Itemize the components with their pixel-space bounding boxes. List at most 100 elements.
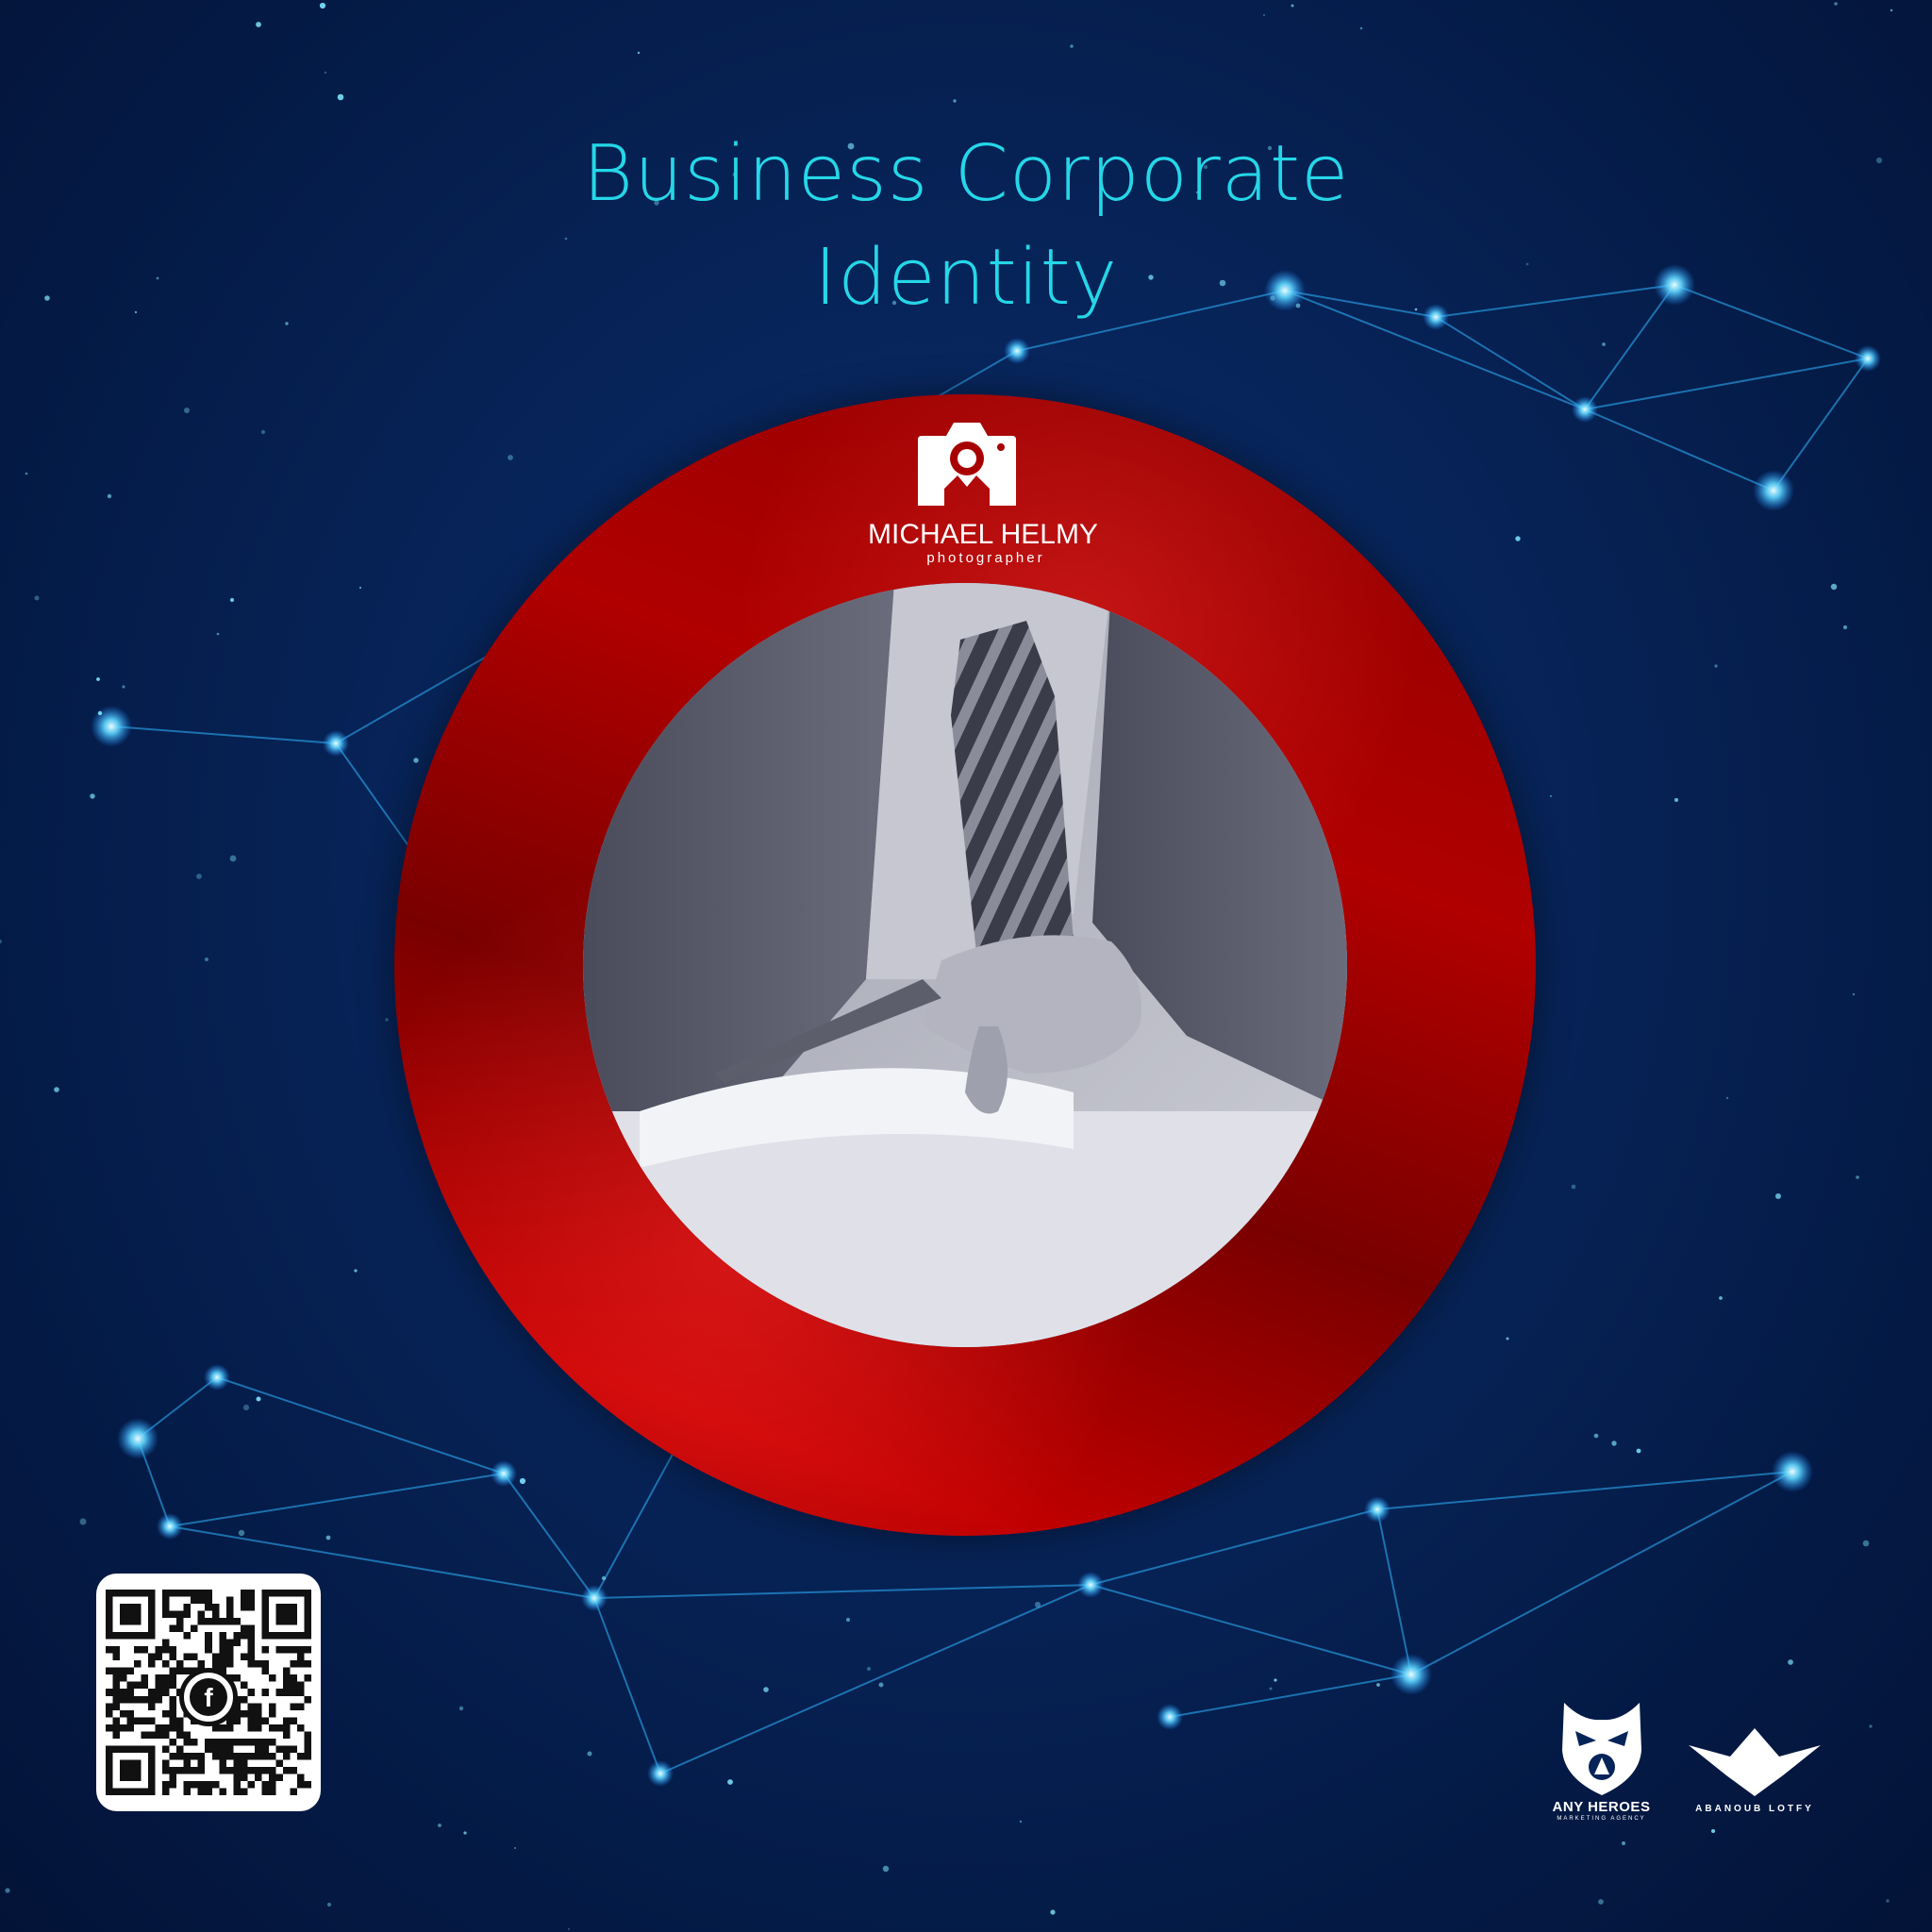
network-dust: [5, 1888, 10, 1893]
network-dust: [238, 1529, 245, 1537]
network-dust: [54, 1087, 59, 1092]
network-dust: [1602, 342, 1606, 346]
network-dust: [1862, 1540, 1870, 1547]
network-dust: [1788, 1659, 1793, 1665]
network-node: [1077, 1572, 1104, 1598]
agency-logo: ANY HEROES MARKETING AGENCY: [1547, 1693, 1656, 1822]
network-dust: [34, 595, 40, 601]
network-dust: [1636, 1448, 1641, 1454]
network-line: [1169, 1674, 1412, 1718]
network-dust: [122, 685, 125, 689]
network-dust: [953, 99, 957, 103]
agency-name: ANY HEROES: [1552, 1799, 1651, 1815]
hero-mask-icon: [1561, 1703, 1641, 1795]
network-line: [110, 725, 337, 744]
network-dust: [324, 71, 327, 75]
network-dust: [878, 1682, 884, 1688]
network-dust: [97, 710, 103, 716]
network-dust: [1711, 1829, 1715, 1833]
network-dust: [1019, 1820, 1023, 1824]
network-dust: [458, 1706, 464, 1711]
network-dust: [337, 93, 344, 101]
network-node: [1157, 1704, 1183, 1730]
network-dust: [1611, 1441, 1617, 1446]
photographer-name: MICHAEL HELMY: [868, 519, 1098, 550]
network-line: [169, 1473, 505, 1527]
photographer-role: photographer: [926, 550, 1045, 566]
network-dust: [1674, 798, 1678, 802]
network-dust: [1291, 4, 1294, 8]
network-dust: [1869, 1724, 1873, 1728]
designer-name: ABANOUB LOTFY: [1695, 1804, 1814, 1814]
network-dust: [216, 632, 220, 636]
network-dust: [242, 1404, 250, 1411]
network-dust: [1506, 1337, 1509, 1341]
network-line: [1584, 408, 1774, 491]
network-dust: [1359, 26, 1363, 30]
network-line: [593, 1597, 661, 1774]
network-dust: [463, 1831, 467, 1835]
network-dust: [196, 874, 202, 879]
network-dust: [1856, 1175, 1859, 1179]
network-dust: [1622, 1841, 1625, 1845]
network-node: [117, 1418, 158, 1459]
network-line: [216, 1376, 505, 1474]
network-dust: [1050, 1909, 1056, 1915]
network-dust: [1834, 2, 1838, 6]
network-node: [157, 1513, 183, 1540]
network-dust: [1034, 1601, 1041, 1608]
network-dust: [1775, 1193, 1781, 1199]
photographer-logo: MICHAEL HELMY photographer: [868, 415, 1098, 566]
network-dust: [256, 22, 261, 27]
network-dust: [763, 1687, 769, 1692]
network-dust: [1593, 1433, 1599, 1439]
network-line: [593, 1584, 1091, 1599]
network-dust: [1830, 583, 1838, 591]
network-dust: [866, 1666, 872, 1672]
network-node: [1855, 345, 1881, 372]
crown-icon: [1689, 1728, 1821, 1796]
network-dust: [90, 793, 95, 799]
network-dust: [882, 1865, 890, 1873]
network-dust: [1549, 794, 1553, 798]
network-dust: [1842, 625, 1848, 630]
network-dust: [514, 1847, 516, 1849]
network-node: [1364, 1496, 1391, 1523]
qr-code[interactable]: f: [96, 1574, 321, 1811]
network-dust: [229, 597, 235, 603]
network-dust: [1274, 1678, 1277, 1682]
network-dust: [1725, 1096, 1729, 1100]
network-dust: [25, 472, 28, 475]
agency-tagline: MARKETING AGENCY: [1557, 1816, 1646, 1822]
network-node: [1753, 470, 1794, 511]
network-line: [1090, 1508, 1378, 1586]
network-dust: [256, 1396, 261, 1402]
network-node: [1772, 1451, 1813, 1492]
network-dust: [601, 1575, 607, 1581]
network-dust: [1719, 1296, 1723, 1300]
network-dust: [438, 1824, 441, 1827]
network-node: [91, 706, 132, 747]
network-dust: [325, 1535, 331, 1541]
network-dust: [519, 1477, 526, 1485]
network-dust: [1070, 44, 1074, 48]
headline-line-1: Business Corporate: [582, 129, 1350, 219]
network-dust: [260, 429, 266, 435]
network-line: [1435, 316, 1586, 410]
network-line: [659, 1584, 1091, 1774]
network-dust: [568, 1928, 570, 1930]
network-line: [1584, 358, 1869, 410]
facebook-badge-letter: f: [190, 1678, 227, 1716]
network-node: [1004, 338, 1030, 364]
network-line: [1090, 1584, 1412, 1675]
business-photo: [583, 583, 1347, 1347]
network-node: [323, 730, 349, 757]
network-node: [1572, 396, 1598, 423]
network-node: [647, 1760, 674, 1787]
network-line: [1376, 1508, 1412, 1675]
facebook-icon: f: [179, 1668, 238, 1726]
network-dust: [229, 855, 237, 862]
camera-icon: [918, 423, 1016, 506]
network-line: [1410, 1471, 1793, 1675]
network-dust: [0, 939, 3, 944]
